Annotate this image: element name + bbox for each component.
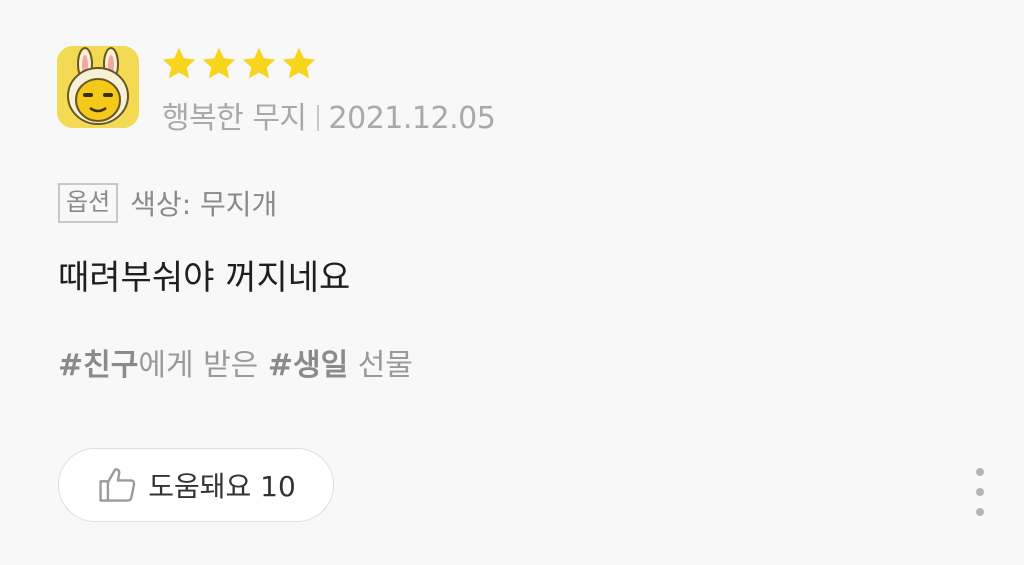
star-icon: [280, 45, 318, 83]
rating-stars: [160, 45, 318, 83]
more-dot: [976, 468, 984, 476]
tag-friend[interactable]: #친구: [58, 348, 138, 383]
tag-birthday[interactable]: #생일: [268, 348, 348, 383]
helpful-button[interactable]: 도움돼요 10: [58, 448, 334, 522]
meta-divider: [316, 105, 319, 131]
more-dot: [976, 508, 984, 516]
star-icon: [200, 45, 238, 83]
helpful-label: 도움돼요 10: [148, 470, 296, 503]
option-badge: 옵션: [58, 183, 119, 223]
more-dot: [976, 488, 984, 496]
review-date: 2021.12.05: [328, 101, 496, 136]
star-icon: [240, 45, 278, 83]
tag-text: 선물: [348, 348, 413, 383]
review-meta: 행복한 무지 2021.12.05: [162, 93, 496, 137]
option-row: 옵션 색상: 무지개: [58, 183, 277, 223]
author-name: 행복한 무지: [162, 101, 307, 136]
more-vertical-icon[interactable]: [968, 468, 992, 516]
option-value: 색상: 무지개: [130, 188, 278, 221]
star-icon: [160, 45, 198, 83]
author-avatar: [57, 46, 139, 128]
tag-text: 에게 받은: [138, 348, 268, 383]
review-tags: #친구에게 받은 #생일 선물: [58, 340, 413, 384]
review-body: 때려부숴야 꺼지네요: [58, 258, 351, 298]
thumbs-up-icon: [96, 463, 140, 507]
